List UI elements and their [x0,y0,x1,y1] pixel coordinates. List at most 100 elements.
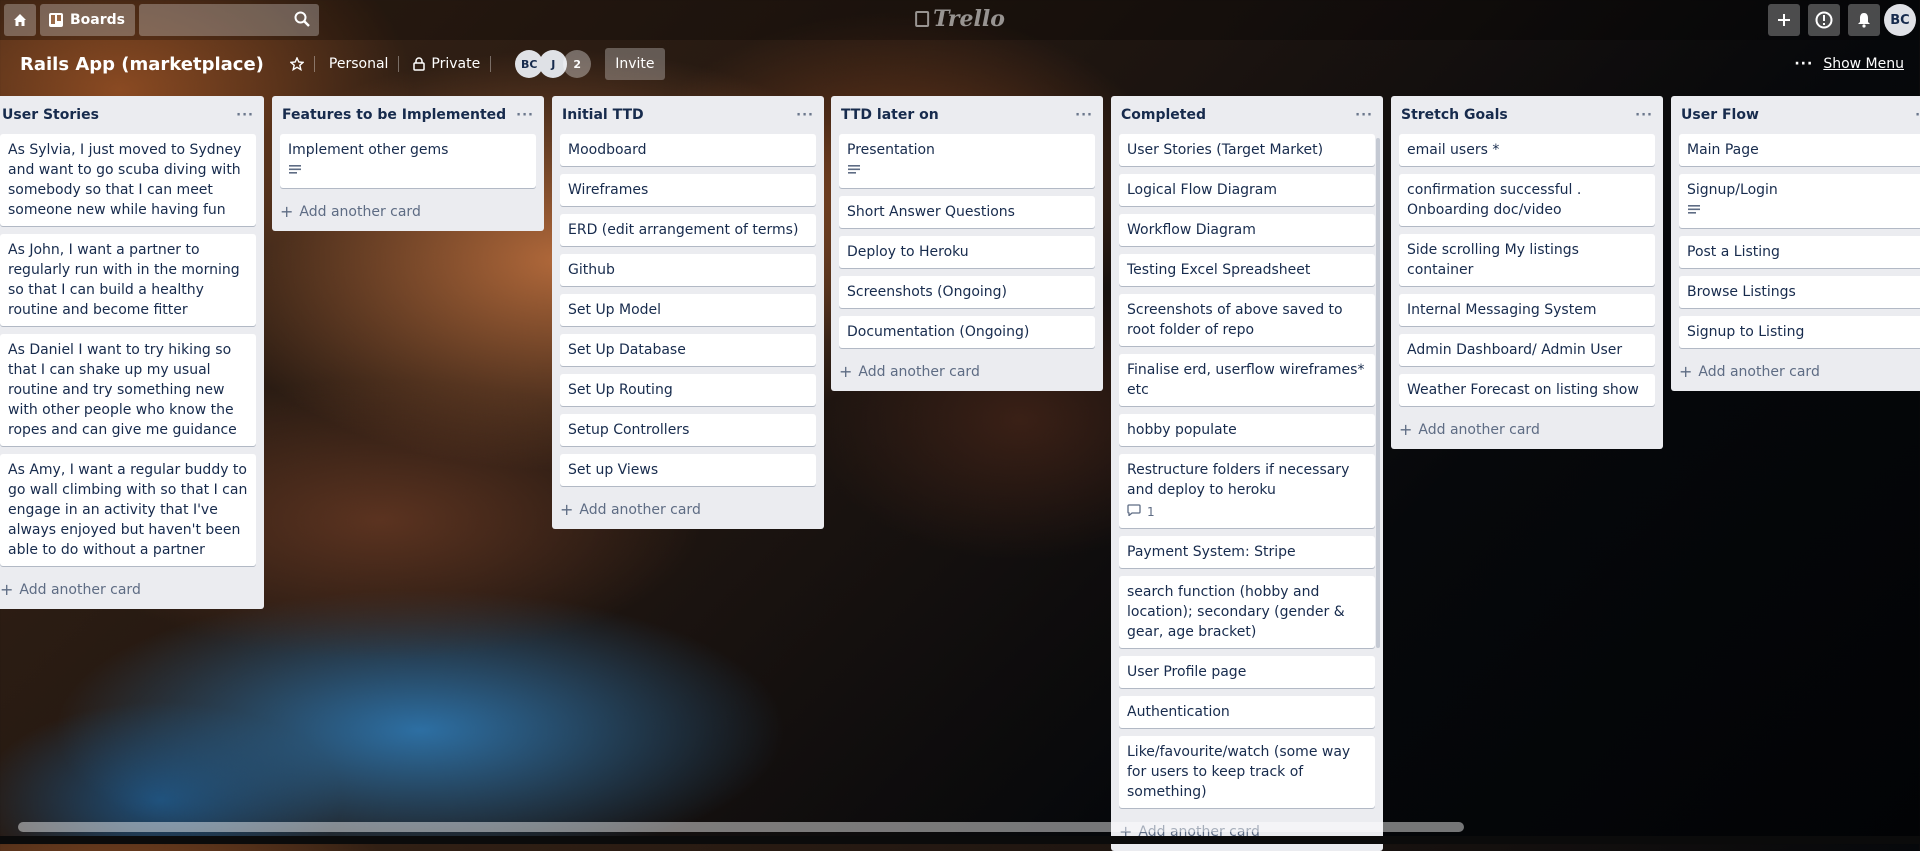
card[interactable]: Like/favourite/watch (some way for users… [1119,736,1375,808]
card-title: Finalise erd, userflow wireframes* etc [1127,362,1365,398]
list-features-to-be-implemented[interactable]: Features to be Implemented ··· Implement o… [272,96,544,231]
card[interactable]: Deploy to Heroku [839,236,1095,268]
card[interactable]: Set Up Routing [560,374,816,406]
boards-label: Boards [70,12,125,28]
card-title: Set Up Routing [568,382,673,398]
list-title[interactable]: Features to be Implemented [282,107,506,123]
card[interactable]: Github [560,254,816,286]
card[interactable]: Admin Dashboard/ Admin User [1399,334,1655,366]
card[interactable]: User Stories (Target Market) [1119,134,1375,166]
list-stretch-goals[interactable]: Stretch Goals ··· email users * confirmatio… [1391,96,1663,449]
list-menu-ellipsis-icon[interactable]: ··· [1075,108,1093,123]
list-title[interactable]: User Stories [2,107,99,123]
show-menu-button[interactable]: ··· Show Menu [1794,56,1904,72]
card[interactable]: Workflow Diagram [1119,214,1375,246]
card[interactable]: Side scrolling My listings container [1399,234,1655,286]
list-ttd-later-on[interactable]: TTD later on ··· Presentation Short Answer … [831,96,1103,391]
list-title[interactable]: Stretch Goals [1401,107,1508,123]
card[interactable]: Weather Forecast on listing show [1399,374,1655,406]
card[interactable]: Moodboard [560,134,816,166]
card[interactable]: Restructure folders if necessary and dep… [1119,454,1375,528]
home-button[interactable] [4,4,36,36]
card[interactable]: Authentication [1119,696,1375,728]
card[interactable]: As John, I want a partner to regularly r… [0,234,256,326]
add-card-button[interactable]: + Add another card [552,494,824,525]
add-card-button[interactable]: + Add another card [1391,414,1663,445]
card[interactable]: Set up Views [560,454,816,486]
card[interactable]: As Sylvia, I just moved to Sydney and wa… [0,134,256,226]
card[interactable]: search function (hobby and location); se… [1119,576,1375,648]
list-title[interactable]: TTD later on [841,107,939,123]
info-button[interactable] [1808,4,1840,36]
card[interactable]: Implement other gems [280,134,536,188]
notifications-button[interactable] [1848,4,1880,36]
invite-button[interactable]: Invite [605,48,665,80]
card[interactable]: Screenshots of above saved to root folde… [1119,294,1375,346]
card[interactable]: Set Up Database [560,334,816,366]
add-card-button[interactable]: + Add another card [0,574,264,605]
list-title[interactable]: User Flow [1681,107,1759,123]
list-menu-ellipsis-icon[interactable]: ··· [516,108,534,123]
boards-button[interactable]: Boards [40,4,135,36]
card[interactable]: confirmation successful . Onboarding doc… [1399,174,1655,226]
list-menu-ellipsis-icon[interactable]: ··· [1635,108,1653,123]
card-badges: 1 [1127,502,1367,522]
add-card-button[interactable]: + Add another card [272,196,544,227]
visibility-button[interactable]: Private [413,56,480,72]
card[interactable]: User Profile page [1119,656,1375,688]
card[interactable]: Finalise erd, userflow wireframes* etc [1119,354,1375,406]
list-completed[interactable]: Completed ··· User Stories (Target Market)… [1111,96,1383,851]
card[interactable]: Browse Listings [1679,276,1920,308]
card[interactable]: As Daniel I want to try hiking so that I… [0,334,256,446]
card[interactable]: Post a Listing [1679,236,1920,268]
board-title[interactable]: Rails App (marketplace) [20,54,264,75]
trello-logo[interactable]: Trello [915,6,1005,32]
card[interactable]: Internal Messaging System [1399,294,1655,326]
card[interactable]: hobby populate [1119,414,1375,446]
card[interactable]: email users * [1399,134,1655,166]
card[interactable]: Signup to Listing [1679,316,1920,348]
list-title[interactable]: Initial TTD [562,107,644,123]
card[interactable]: Signup/Login [1679,174,1920,228]
board-header: Rails App (marketplace) Personal Private… [0,44,1920,84]
card-title: Weather Forecast on listing show [1407,382,1639,398]
card-title: As Amy, I want a regular buddy to go wal… [8,462,248,558]
list-initial-ttd[interactable]: Initial TTD ··· Moodboard Wireframes ERD (ed… [552,96,824,529]
plus-icon: + [280,202,294,221]
card[interactable]: Short Answer Questions [839,196,1095,228]
card-title: Signup/Login [1687,182,1778,198]
card[interactable]: ERD (edit arrangement of terms) [560,214,816,246]
team-button[interactable]: Personal [329,56,389,72]
card[interactable]: Set Up Model [560,294,816,326]
add-card-button[interactable]: + Add another card [831,356,1103,387]
user-avatar[interactable]: BC [1884,4,1916,36]
star-icon [289,57,304,71]
card-title: Presentation [847,142,935,158]
create-button[interactable] [1768,4,1800,36]
add-card-label: Add another card [1418,421,1540,438]
list-menu-ellipsis-icon[interactable]: ··· [1355,108,1373,123]
search-input[interactable] [139,4,319,36]
card[interactable]: Wireframes [560,174,816,206]
member-count[interactable]: 2 [563,50,592,78]
add-card-button[interactable]: + Add another card [1671,356,1920,387]
card[interactable]: Documentation (Ongoing) [839,316,1095,348]
list-menu-ellipsis-icon[interactable]: ··· [236,108,254,123]
card[interactable]: Logical Flow Diagram [1119,174,1375,206]
list-menu-ellipsis-icon[interactable]: ··· [1915,108,1920,123]
horizontal-scrollbar[interactable] [18,822,1464,832]
card-list: email users * confirmation successful . O… [1391,134,1663,406]
list-scrollbar[interactable] [1376,138,1380,648]
list-user-flow[interactable]: User Flow ··· Main Page Signup/Login Post a … [1671,96,1920,391]
card[interactable]: Screenshots (Ongoing) [839,276,1095,308]
list-user-stories[interactable]: User Stories ··· As Sylvia, I just moved t… [0,96,264,609]
card[interactable]: Testing Excel Spreadsheet [1119,254,1375,286]
card[interactable]: Setup Controllers [560,414,816,446]
list-menu-ellipsis-icon[interactable]: ··· [796,108,814,123]
star-button[interactable] [289,57,304,71]
list-title[interactable]: Completed [1121,107,1206,123]
card[interactable]: Main Page [1679,134,1920,166]
card[interactable]: Presentation [839,134,1095,188]
card[interactable]: Payment System: Stripe [1119,536,1375,568]
card[interactable]: As Amy, I want a regular buddy to go wal… [0,454,256,566]
